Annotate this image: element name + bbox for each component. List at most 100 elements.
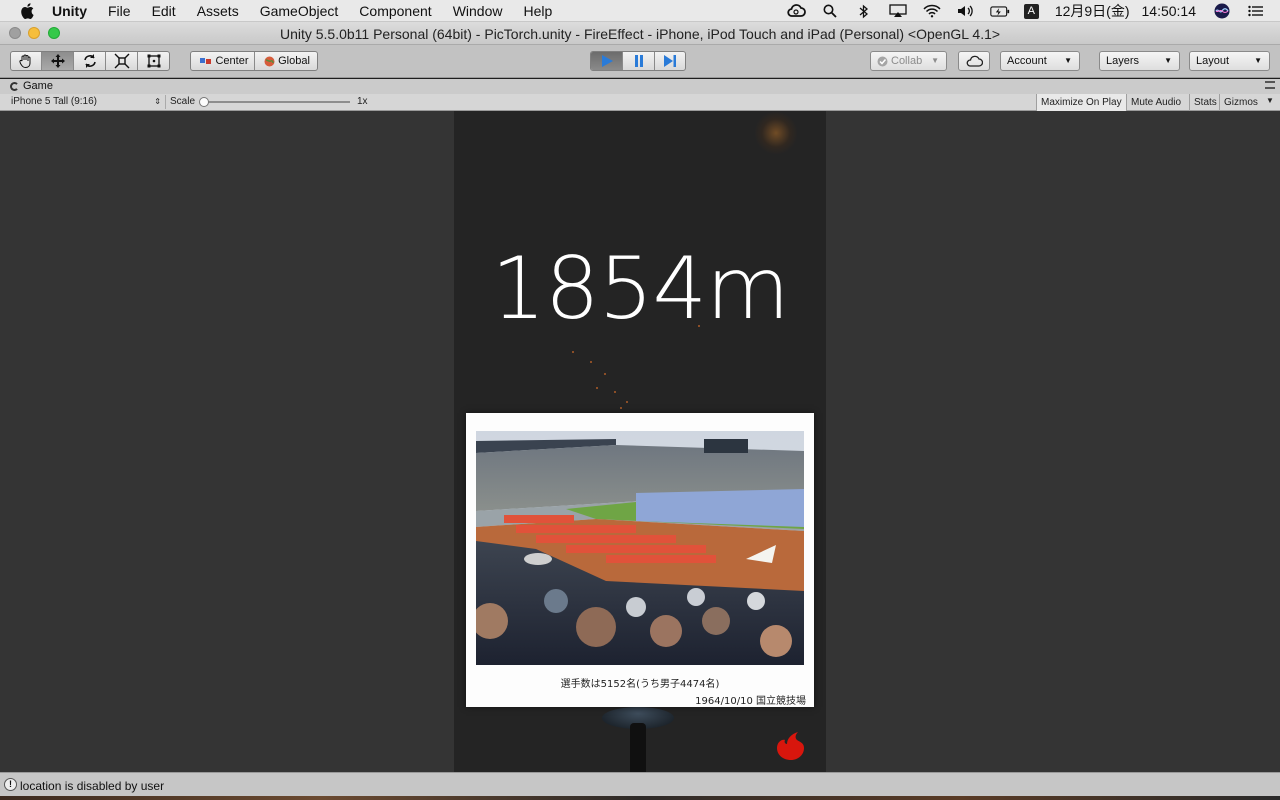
pivot-toggles: Center Global	[190, 51, 318, 71]
unity-toolbar: Center Global Collab ▼ Account ▼ Layers …	[0, 45, 1280, 78]
info-icon: !	[4, 778, 17, 791]
rotate-icon	[83, 54, 96, 68]
game-view-icon	[10, 81, 19, 91]
game-screen[interactable]: 1854m 選手数は5152名(うち男子4474名) 1964/10/10 国立…	[454, 111, 826, 772]
account-label: Account	[1007, 55, 1047, 67]
stadium-photo	[476, 431, 804, 665]
aspect-ratio-dropdown[interactable]: iPhone 5 Tall (9:16) ⇕	[5, 95, 166, 109]
menu-gameobject[interactable]: GameObject	[260, 3, 339, 19]
scale-slider-handle[interactable]	[199, 97, 209, 107]
layers-label: Layers	[1106, 55, 1140, 67]
pause-button[interactable]	[623, 52, 655, 70]
panel-menu-icon[interactable]	[1265, 81, 1275, 89]
dropdown-arrow-icon: ▼	[1164, 56, 1172, 65]
scale-label: Scale	[170, 96, 196, 107]
cloud-icon	[966, 55, 983, 67]
updown-arrow-icon: ⇕	[154, 97, 161, 106]
menu-window[interactable]: Window	[453, 3, 503, 19]
playback-controls	[590, 51, 686, 71]
collab-label: Collab	[891, 55, 923, 67]
battery-charging-icon[interactable]	[990, 3, 1010, 19]
step-button[interactable]	[655, 52, 685, 70]
dropdown-arrow-icon: ▼	[931, 56, 939, 65]
desktop-background	[0, 796, 1280, 800]
dropdown-arrow-icon: ▼	[1254, 56, 1262, 65]
bluetooth-icon[interactable]	[854, 3, 874, 19]
spotlight-search-icon[interactable]	[820, 3, 840, 19]
menubar-date[interactable]: 12月9日(金)	[1055, 1, 1130, 21]
pivot-icon	[200, 58, 212, 64]
tab-game-label: Game	[23, 80, 53, 92]
ember-particle	[626, 401, 628, 403]
maximize-on-play-toggle[interactable]: Maximize On Play	[1036, 94, 1126, 111]
scale-icon	[114, 53, 129, 69]
space-global-button[interactable]: Global	[255, 52, 317, 70]
distance-counter: 1854m	[491, 239, 790, 339]
game-view[interactable]: 1854m 選手数は5152名(うち男子4474名) 1964/10/10 国立…	[0, 111, 1280, 772]
console-status-bar[interactable]: ! location is disabled by user	[0, 772, 1280, 796]
tab-game[interactable]: Game	[10, 80, 53, 92]
hand-tool-button[interactable]	[11, 52, 42, 70]
gizmos-dropdown[interactable]: Gizmos	[1219, 94, 1272, 111]
torch-handle	[630, 723, 646, 772]
move-tool-button[interactable]	[42, 52, 74, 70]
ember-particle	[614, 391, 616, 393]
torch-fire-button[interactable]	[774, 727, 808, 761]
wifi-icon[interactable]	[922, 3, 942, 19]
rect-tool-button[interactable]	[138, 52, 169, 70]
siri-icon[interactable]	[1212, 3, 1232, 19]
space-global-label: Global	[278, 55, 310, 67]
pivot-center-button[interactable]: Center	[191, 52, 255, 70]
photo-caption: 選手数は5152名(うち男子4474名)	[560, 679, 720, 690]
volume-icon[interactable]	[956, 3, 976, 19]
account-dropdown[interactable]: Account ▼	[1000, 51, 1080, 71]
photo-date-location: 1964/10/10 国立競技場	[695, 696, 806, 707]
input-method-icon[interactable]: A	[1023, 3, 1039, 19]
scale-slider-track[interactable]	[200, 101, 350, 103]
menu-component[interactable]: Component	[359, 3, 431, 19]
menu-help[interactable]: Help	[523, 3, 552, 19]
move-icon	[50, 54, 65, 68]
game-view-controls: iPhone 5 Tall (9:16) ⇕ Scale 1x Maximize…	[0, 94, 1280, 111]
photo-card[interactable]: 選手数は5152名(うち男子4474名) 1964/10/10 国立競技場	[466, 413, 814, 707]
menu-edit[interactable]: Edit	[152, 3, 176, 19]
ember-particle	[620, 407, 622, 409]
menu-unity[interactable]: Unity	[52, 3, 87, 19]
layout-label: Layout	[1196, 55, 1230, 67]
game-tab-header: Game	[0, 79, 1280, 94]
scale-tool-button[interactable]	[106, 52, 138, 70]
ember-particle	[590, 361, 592, 363]
menu-bar: Unity File Edit Assets GameObject Compon…	[0, 0, 1280, 22]
menu-file[interactable]: File	[108, 3, 131, 19]
fire-icon	[777, 732, 804, 760]
transform-tools	[10, 51, 170, 71]
dropdown-arrow-icon: ▼	[1064, 56, 1072, 65]
stats-toggle[interactable]: Stats	[1189, 94, 1221, 111]
menu-assets[interactable]: Assets	[197, 3, 239, 19]
check-icon	[877, 56, 888, 66]
pivot-center-label: Center	[215, 55, 249, 67]
console-message[interactable]: location is disabled by user	[20, 779, 164, 793]
menubar-time[interactable]: 14:50:14	[1142, 3, 1197, 19]
step-icon	[664, 55, 676, 67]
layers-dropdown[interactable]: Layers ▼	[1099, 51, 1180, 71]
airplay-icon[interactable]	[888, 3, 908, 19]
globe-icon	[264, 56, 275, 66]
ember-particle	[604, 373, 606, 375]
scale-value: 1x	[357, 96, 368, 107]
play-button[interactable]	[591, 52, 623, 70]
notification-center-icon[interactable]	[1246, 3, 1266, 19]
gizmos-arrow-icon[interactable]: ▼	[1266, 96, 1274, 105]
cloud-button[interactable]	[958, 51, 990, 71]
torch-glow	[754, 111, 798, 155]
creative-cloud-icon[interactable]	[786, 3, 806, 19]
rotate-tool-button[interactable]	[74, 52, 106, 70]
ember-particle	[572, 351, 574, 353]
mute-audio-toggle[interactable]: Mute Audio	[1126, 94, 1185, 111]
pause-icon	[634, 55, 643, 67]
layout-dropdown[interactable]: Layout ▼	[1189, 51, 1270, 71]
collab-dropdown[interactable]: Collab ▼	[870, 51, 947, 71]
rect-icon	[147, 54, 160, 68]
apple-icon[interactable]	[20, 2, 34, 19]
play-icon	[601, 55, 613, 67]
